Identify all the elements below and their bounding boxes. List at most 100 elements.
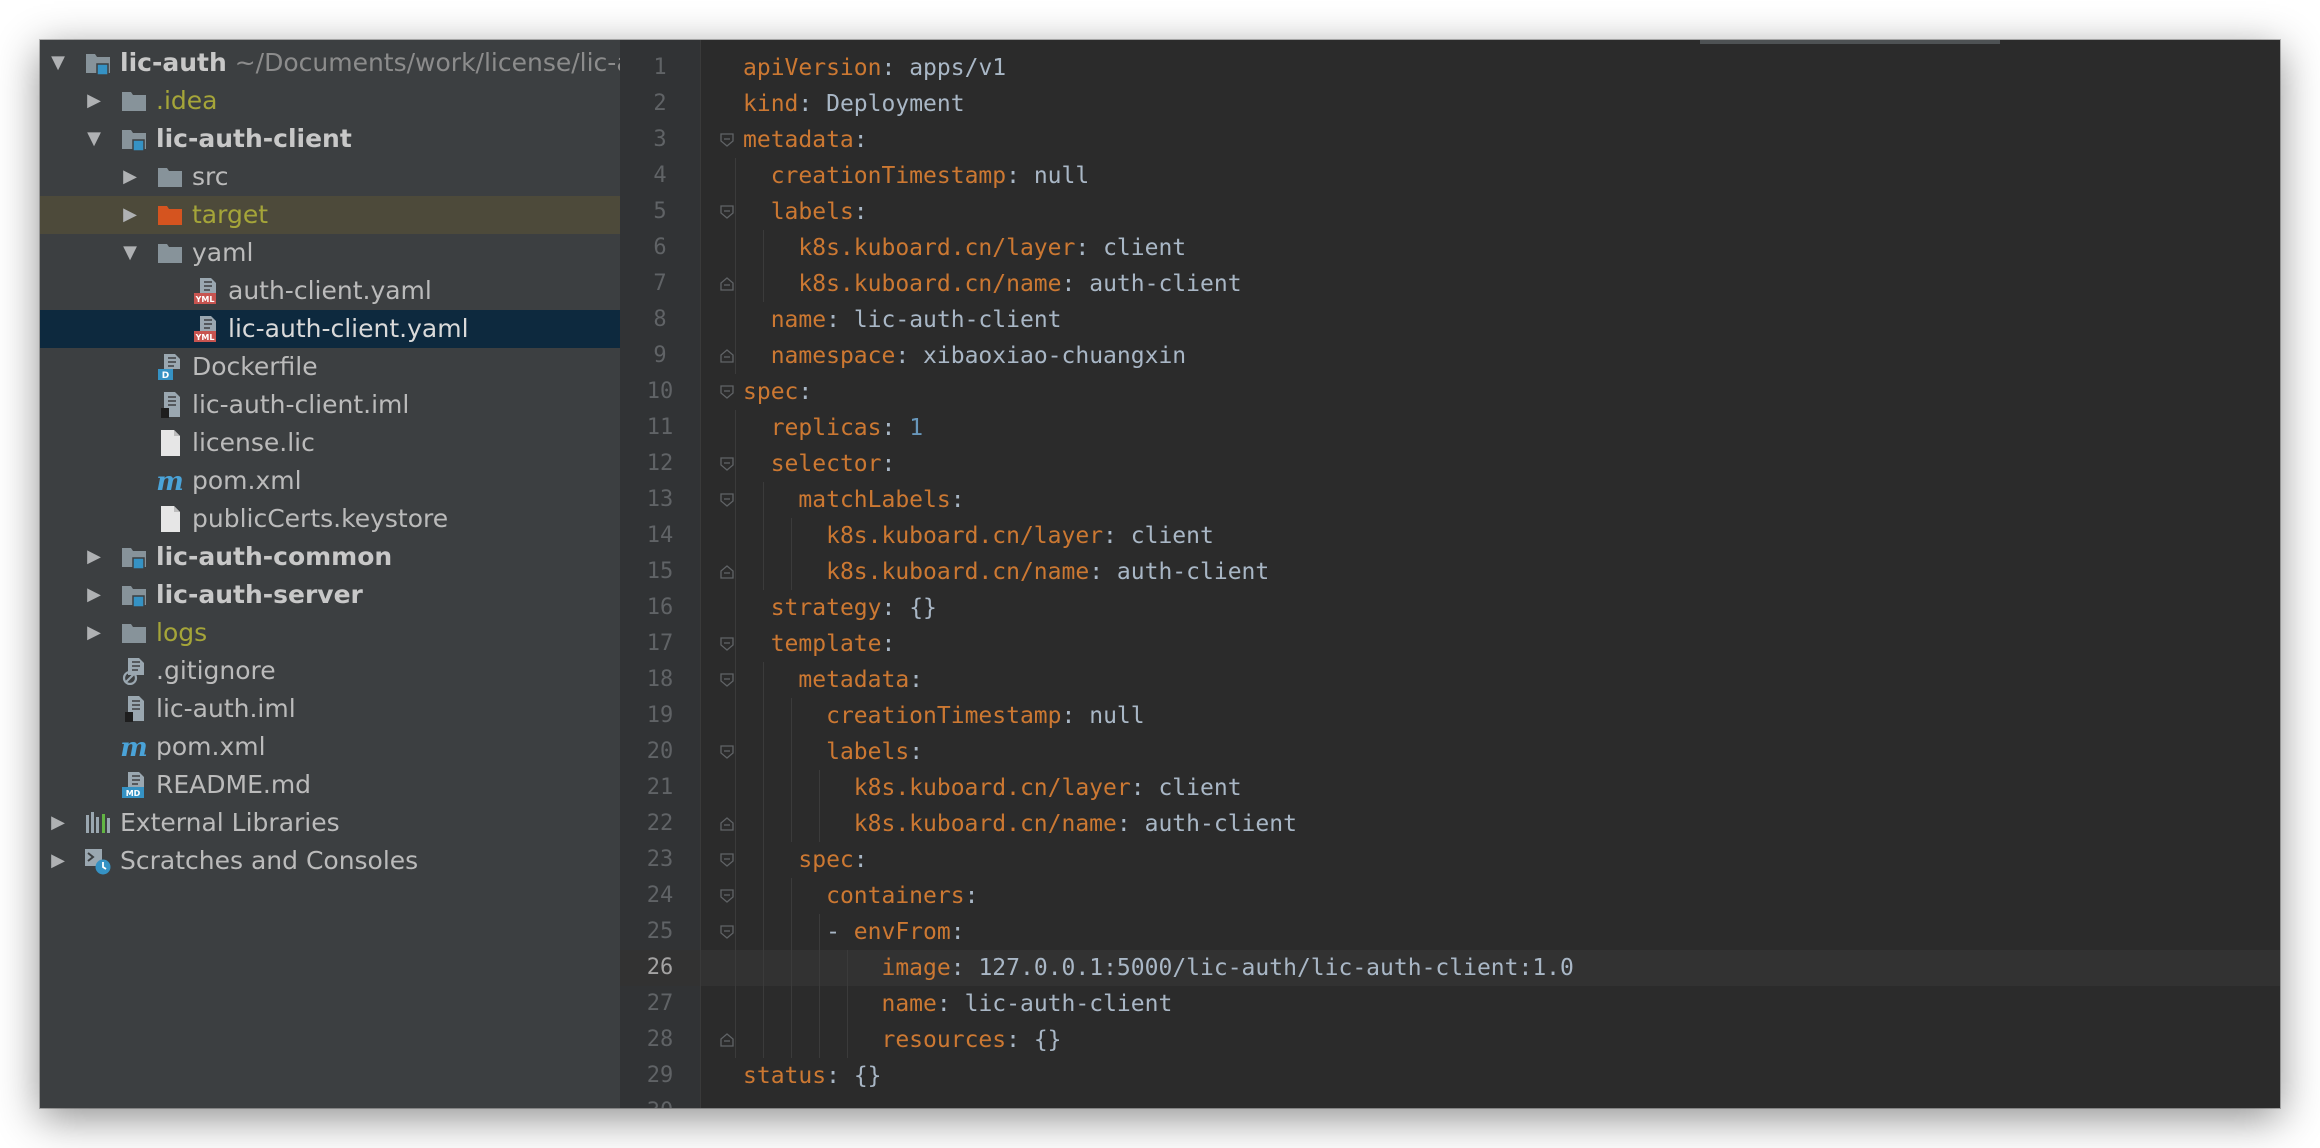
fold-collapse-icon[interactable] <box>720 745 734 759</box>
code-line[interactable]: k8s.kuboard.cn/name: auth-client <box>743 554 1269 590</box>
collapse-arrow-icon[interactable]: ▶ <box>82 538 106 576</box>
fold-collapse-icon[interactable] <box>720 385 734 399</box>
code-line[interactable]: spec: <box>743 842 867 878</box>
code-line[interactable]: selector: <box>743 446 896 482</box>
tree-item[interactable]: publicCerts.keystore <box>40 500 620 538</box>
expand-arrow-icon[interactable]: ▼ <box>118 234 142 272</box>
fold-collapse-icon[interactable] <box>720 205 734 219</box>
tree-item[interactable]: ▶ .idea <box>40 82 620 120</box>
tree-item[interactable]: m pom.xml <box>40 462 620 500</box>
tree-item[interactable]: D Dockerfile <box>40 348 620 386</box>
code-line[interactable]: spec: <box>743 374 812 410</box>
code-line[interactable]: metadata: <box>743 122 868 158</box>
tree-item[interactable]: ▶ lic-auth-common <box>40 538 620 576</box>
tree-item-label: pom.xml <box>192 466 302 495</box>
collapse-arrow-icon[interactable]: ▶ <box>118 196 142 234</box>
tree-item[interactable]: ▼ lic-auth ~/Documents/work/license/lic-a <box>40 44 620 82</box>
tree-item-label: Dockerfile <box>192 352 318 381</box>
tree-item[interactable]: YML lic-auth-client.yaml <box>40 310 620 348</box>
code-line[interactable]: labels: <box>743 734 923 770</box>
tree-item[interactable]: YML auth-client.yaml <box>40 272 620 310</box>
tree-item-label: .idea <box>156 86 218 115</box>
yaml-key: spec <box>798 847 854 873</box>
folder-icon <box>156 163 184 191</box>
tree-item[interactable]: ▶ target <box>40 196 620 234</box>
horizontal-scrollbar[interactable] <box>1700 40 2000 44</box>
code-line[interactable]: kind: Deployment <box>743 86 965 122</box>
code-line[interactable]: k8s.kuboard.cn/name: auth-client <box>743 806 1297 842</box>
code-line[interactable]: strategy: {} <box>743 590 937 626</box>
fold-collapse-icon[interactable] <box>720 133 734 147</box>
tree-item[interactable]: ▶ lic-auth-server <box>40 576 620 614</box>
yaml-key: matchLabels <box>798 487 951 513</box>
code-line[interactable]: apiVersion: apps/v1 <box>743 50 1006 86</box>
code-line[interactable]: creationTimestamp: null <box>743 698 1145 734</box>
collapse-arrow-icon[interactable]: ▶ <box>46 804 70 842</box>
fold-end-icon[interactable] <box>720 1033 734 1047</box>
fold-collapse-icon[interactable] <box>720 637 734 651</box>
expand-arrow-icon[interactable]: ▼ <box>46 44 70 82</box>
project-tree[interactable]: ▼ lic-auth ~/Documents/work/license/lic-a… <box>40 40 620 1108</box>
code-line[interactable]: template: <box>743 626 896 662</box>
line-number: 15 <box>646 559 674 584</box>
gitignore-file-icon <box>120 657 148 685</box>
tree-item-label: license.lic <box>192 428 315 457</box>
code-line[interactable]: replicas: 1 <box>743 410 923 446</box>
code-line[interactable]: containers: <box>743 878 978 914</box>
collapse-arrow-icon[interactable]: ▶ <box>46 842 70 880</box>
scratches-icon <box>84 847 112 875</box>
tree-item[interactable]: ▼ yaml <box>40 234 620 272</box>
code-line[interactable]: k8s.kuboard.cn/name: auth-client <box>743 266 1241 302</box>
fold-end-icon[interactable] <box>720 277 734 291</box>
line-number: 16 <box>646 595 674 620</box>
code-line[interactable]: image: 127.0.0.1:5000/lic-auth/lic-auth-… <box>743 950 1573 986</box>
fold-collapse-icon[interactable] <box>720 925 734 939</box>
code-line[interactable]: k8s.kuboard.cn/layer: client <box>743 770 1242 806</box>
code-line[interactable]: metadata: <box>743 662 923 698</box>
tree-item[interactable]: lic-auth.iml <box>40 690 620 728</box>
tree-item[interactable]: license.lic <box>40 424 620 462</box>
collapse-arrow-icon[interactable]: ▶ <box>82 614 106 652</box>
line-number: 30 <box>620 1094 700 1108</box>
tree-item-label: pom.xml <box>156 732 266 761</box>
fold-end-icon[interactable] <box>720 817 734 831</box>
tree-item[interactable]: lic-auth-client.iml <box>40 386 620 424</box>
tree-item[interactable]: ▶ logs <box>40 614 620 652</box>
code-line[interactable]: k8s.kuboard.cn/layer: client <box>743 518 1214 554</box>
expand-arrow-icon[interactable]: ▼ <box>82 120 106 158</box>
line-number: 21 <box>646 775 674 800</box>
tree-item[interactable]: m pom.xml <box>40 728 620 766</box>
code-line[interactable]: namespace: xibaoxiao-chuangxin <box>743 338 1186 374</box>
code-editor[interactable]: 1 apiVersion: apps/v1 2 kind: Deployment 3 me… <box>620 40 2280 1108</box>
collapse-arrow-icon[interactable]: ▶ <box>82 82 106 120</box>
fold-collapse-icon[interactable] <box>720 853 734 867</box>
collapse-arrow-icon[interactable]: ▶ <box>82 576 106 614</box>
yaml-key: metadata <box>743 127 854 153</box>
code-line[interactable]: name: lic-auth-client <box>743 302 1062 338</box>
fold-collapse-icon[interactable] <box>720 493 734 507</box>
fold-collapse-icon[interactable] <box>720 673 734 687</box>
fold-collapse-icon[interactable] <box>720 457 734 471</box>
fold-collapse-icon[interactable] <box>720 889 734 903</box>
tree-item[interactable]: ▶ External Libraries <box>40 804 620 842</box>
yaml-key: k8s.kuboard.cn/name <box>798 271 1062 297</box>
yaml-key: strategy <box>770 595 882 621</box>
yaml-file-icon: YML <box>192 277 220 305</box>
code-line[interactable]: k8s.kuboard.cn/layer: client <box>743 230 1186 266</box>
libraries-icon <box>84 809 112 837</box>
code-line[interactable]: status: {} <box>743 1058 882 1094</box>
tree-item[interactable]: .gitignore <box>40 652 620 690</box>
code-line[interactable]: creationTimestamp: null <box>743 158 1090 194</box>
tree-item[interactable]: MD README.md <box>40 766 620 804</box>
code-line[interactable]: resources: {} <box>743 1022 1061 1058</box>
code-line[interactable]: name: lic-auth-client <box>743 986 1172 1022</box>
code-line[interactable]: - envFrom: <box>743 914 965 950</box>
tree-item[interactable]: ▶ Scratches and Consoles <box>40 842 620 880</box>
code-line[interactable]: matchLabels: <box>743 482 964 518</box>
tree-item[interactable]: ▶ src <box>40 158 620 196</box>
fold-end-icon[interactable] <box>720 565 734 579</box>
collapse-arrow-icon[interactable]: ▶ <box>118 158 142 196</box>
tree-item[interactable]: ▼ lic-auth-client <box>40 120 620 158</box>
code-line[interactable]: labels: <box>743 194 868 230</box>
fold-end-icon[interactable] <box>720 349 734 363</box>
